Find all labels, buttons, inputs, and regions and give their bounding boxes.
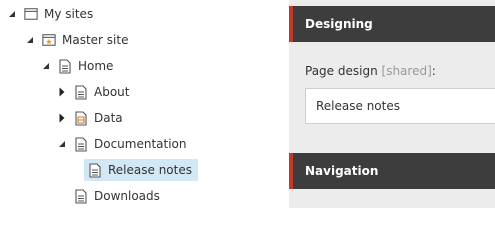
tree-node-label: Release notes [108, 163, 192, 177]
tree-node-downloads[interactable]: Downloads [74, 185, 160, 207]
tree-node-label: Data [94, 111, 123, 125]
shared-indicator: [shared] [381, 64, 432, 78]
tree-node-release-notes[interactable]: Release notes [84, 159, 198, 181]
tree-node-about[interactable]: About [56, 81, 129, 103]
navigation-panel-header[interactable]: Navigation [289, 153, 495, 189]
page-design-select[interactable]: Release notes [305, 88, 495, 124]
tree-node-data[interactable]: Data [56, 107, 123, 129]
tree-node-label: About [94, 85, 130, 99]
data-page-icon [74, 110, 88, 126]
selected-node-highlight[interactable]: Release notes [84, 159, 198, 181]
collapse-toggle-icon[interactable] [6, 8, 18, 20]
label-colon: : [431, 64, 436, 78]
tree-node-label: Home [78, 59, 114, 73]
tree-node-master-site[interactable]: Master site [24, 29, 128, 51]
collapse-toggle-icon[interactable] [24, 34, 36, 46]
tree-node-documentation[interactable]: Documentation [56, 133, 187, 155]
master-site-icon [42, 32, 56, 48]
page-design-value: Release notes [316, 99, 400, 113]
collapse-toggle-icon[interactable] [56, 138, 68, 150]
expand-toggle-icon[interactable] [56, 86, 68, 98]
page-icon [88, 162, 102, 178]
panel-accent-bar [289, 153, 293, 189]
panel-title: Designing [305, 17, 373, 31]
panel-accent-bar [289, 6, 293, 42]
designing-panel-header[interactable]: Designing [289, 6, 495, 42]
panel-title: Navigation [305, 164, 379, 178]
page-icon [74, 136, 88, 152]
tree-node-label: Downloads [94, 189, 160, 203]
page-icon [74, 188, 88, 204]
page-design-label-text: Page design [305, 64, 378, 78]
tree-node-home[interactable]: Home [40, 55, 113, 77]
tree-node-label: My sites [44, 7, 94, 21]
properties-pane: Designing Page design [shared]: Release … [289, 0, 495, 208]
tree-node-label: Master site [62, 33, 129, 47]
sites-icon [24, 6, 38, 22]
page-design-label: Page design [shared]: [305, 64, 436, 78]
page-icon [58, 58, 72, 74]
tree-node-label: Documentation [94, 137, 187, 151]
collapse-toggle-icon[interactable] [40, 60, 52, 72]
expand-toggle-icon[interactable] [56, 112, 68, 124]
content-tree: My sites Master site Home About Data Doc… [0, 0, 289, 208]
page-icon [74, 84, 88, 100]
tree-node-my-sites[interactable]: My sites [6, 3, 93, 25]
